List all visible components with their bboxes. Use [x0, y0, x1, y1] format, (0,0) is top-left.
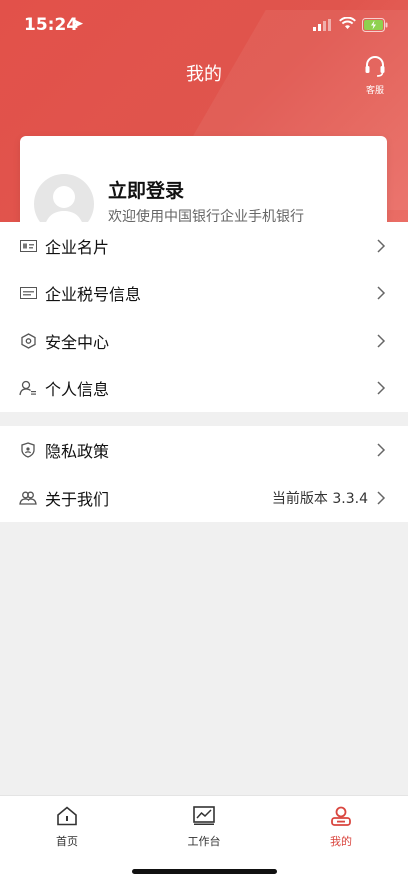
chevron-right-icon: [377, 443, 386, 457]
chevron-right-icon: [377, 381, 386, 395]
menu-group-about: 隐私政策 关于我们 当前版本 3.3.4: [0, 426, 408, 522]
home-indicator: [132, 869, 277, 874]
security-hexagon-icon: [19, 333, 37, 349]
chevron-right-icon: [377, 334, 386, 348]
tab-home[interactable]: 首页: [32, 806, 102, 849]
customer-service-label: 客服: [365, 86, 384, 96]
tax-id-icon: [19, 285, 37, 301]
tab-label: 我的: [330, 835, 352, 848]
about-users-icon: [19, 490, 37, 506]
location-arrow-icon: ➤: [72, 16, 84, 32]
menu-item-personal-info[interactable]: 个人信息: [0, 365, 408, 413]
business-card-icon: [19, 238, 37, 254]
tab-mine[interactable]: 我的: [306, 806, 376, 849]
home-icon: [57, 806, 77, 826]
menu-group-account: 企业名片 企业税号信息 安全中心 个人信息: [0, 222, 408, 412]
menu-item-label: 企业名片: [45, 237, 110, 257]
customer-service-button[interactable]: 客服: [362, 54, 388, 96]
app-version-text: 当前版本 3.3.4: [271, 491, 368, 507]
menu-item-label: 隐私政策: [45, 442, 110, 461]
page-title: 我的: [186, 64, 222, 85]
signal-icon: [313, 19, 331, 31]
menu-item-business-card[interactable]: 企业名片: [0, 222, 408, 270]
tab-workbench[interactable]: 工作台: [169, 806, 239, 849]
profile-icon: [331, 806, 351, 826]
menu-item-tax-info[interactable]: 企业税号信息: [0, 270, 408, 318]
workbench-chart-icon: [193, 806, 215, 825]
chevron-right-icon: [377, 286, 386, 300]
menu-item-label: 安全中心: [45, 332, 110, 352]
tab-label: 首页: [56, 835, 78, 848]
menu-item-label: 关于我们: [45, 490, 110, 509]
chevron-right-icon: [377, 239, 386, 253]
battery-charging-icon: [362, 18, 388, 32]
person-info-icon: [19, 380, 37, 396]
privacy-shield-icon: [19, 442, 37, 458]
headset-icon: [365, 56, 385, 77]
chevron-right-icon: [377, 491, 386, 505]
login-title[interactable]: 立即登录: [108, 176, 184, 203]
status-time: 15:24: [24, 15, 79, 35]
menu-item-security-center[interactable]: 安全中心: [0, 317, 408, 365]
tab-label: 工作台: [187, 835, 221, 848]
menu-item-privacy-policy[interactable]: 隐私政策: [0, 426, 408, 474]
status-bar: 15:24 ➤: [0, 0, 408, 50]
menu-item-label: 个人信息: [45, 380, 110, 400]
menu-item-about-us[interactable]: 关于我们 当前版本 3.3.4: [0, 474, 408, 522]
wifi-icon: [339, 17, 356, 29]
menu-item-label: 企业税号信息: [45, 285, 142, 305]
